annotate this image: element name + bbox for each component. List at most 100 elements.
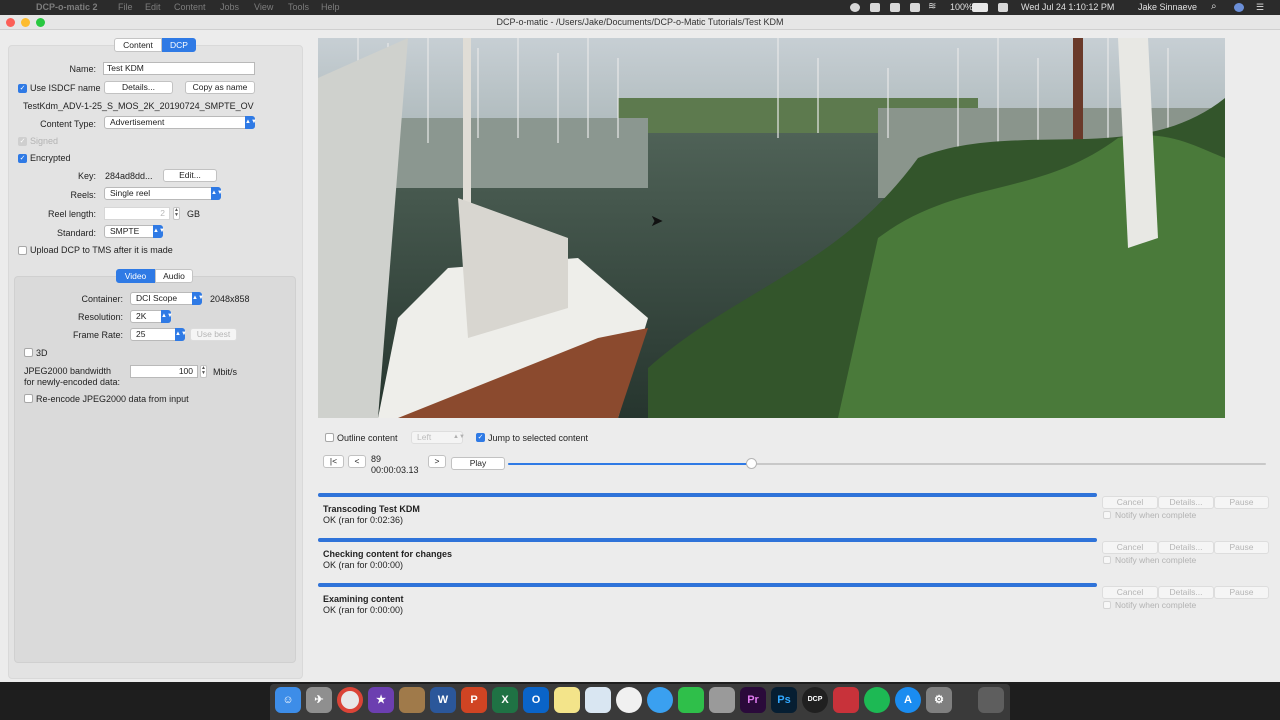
resolution-value: 2K	[136, 311, 147, 321]
content-type-select[interactable]: Advertisement ▲▼	[104, 116, 257, 129]
job-pause-button: Pause	[1214, 541, 1269, 554]
menu-datetime[interactable]: Wed Jul 24 1:10:12 PM	[1021, 2, 1114, 12]
tab-audio[interactable]: Audio	[155, 269, 193, 283]
menu-bar: DCP-o-matic 2 File Edit Content Jobs Vie…	[0, 0, 1280, 15]
excel-icon[interactable]: X	[492, 687, 518, 713]
job-status: OK (ran for 0:02:36)	[323, 515, 404, 525]
notes-app-icon[interactable]	[399, 687, 425, 713]
frame-rate-select[interactable]: 25 ▲▼	[130, 328, 187, 341]
menu-user[interactable]: Jake Sinnaeve	[1138, 2, 1197, 12]
name-input[interactable]: Test KDM	[103, 62, 255, 75]
title-bar: DCP-o-matic - /Users/Jake/Documents/DCP-…	[0, 15, 1280, 30]
premiere-icon[interactable]: Pr	[740, 687, 766, 713]
dcp-o-matic-icon[interactable]: DCP	[802, 687, 828, 713]
notify-when-complete-checkbox	[1103, 601, 1111, 609]
tab-dcp[interactable]: DCP	[162, 38, 196, 52]
container-select[interactable]: DCI Scope ▲▼	[130, 292, 204, 305]
word-icon[interactable]: W	[430, 687, 456, 713]
bluetooth-icon[interactable]	[910, 3, 920, 12]
frame-rate-label: Frame Rate:	[72, 330, 123, 340]
spotify-icon[interactable]	[864, 687, 890, 713]
search-icon[interactable]: ⌕	[1211, 1, 1217, 12]
photoshop-icon[interactable]: Ps	[771, 687, 797, 713]
menu-view[interactable]: View	[254, 2, 273, 12]
menu-content[interactable]: Content	[174, 2, 206, 12]
notification-center-icon[interactable]: ☰	[1256, 2, 1264, 13]
timeline-slider-track[interactable]	[508, 458, 1266, 469]
job-title: Examining content	[323, 594, 404, 604]
reel-length-input: 2	[104, 207, 170, 220]
keyboard-icon[interactable]	[998, 3, 1008, 12]
facetime-icon[interactable]	[678, 687, 704, 713]
timecode: 00:00:03.13	[371, 465, 419, 475]
step-forward-button[interactable]: >	[428, 455, 446, 468]
encrypted-checkbox[interactable]: ✓	[18, 154, 27, 163]
chevron-down-icon: ▲▼	[211, 187, 223, 200]
harbor-preview-image	[318, 38, 1225, 418]
stickies-icon[interactable]	[554, 687, 580, 713]
reencode-checkbox[interactable]	[24, 394, 33, 403]
chrome-icon[interactable]	[337, 687, 363, 713]
menu-help[interactable]: Help	[321, 2, 340, 12]
filemerge-icon[interactable]	[709, 687, 735, 713]
outline-content-checkbox[interactable]	[325, 433, 334, 442]
use-isdcf-label: Use ISDCF name	[30, 83, 101, 93]
tab-content[interactable]: Content	[114, 38, 162, 52]
job-title: Checking content for changes	[323, 549, 453, 559]
finder-icon[interactable]: ☺	[275, 687, 301, 713]
job-status: OK (ran for 0:00:00)	[323, 560, 404, 570]
job-progress-bar	[318, 583, 1097, 587]
battery-percent: 100%	[950, 2, 974, 12]
launchpad-icon[interactable]: ✈	[306, 687, 332, 713]
key-edit-button[interactable]: Edit...	[163, 169, 217, 182]
powerpoint-icon[interactable]: P	[461, 687, 487, 713]
key-label: Key:	[77, 171, 96, 181]
menu-jobs[interactable]: Jobs	[220, 2, 239, 12]
menu-file[interactable]: File	[118, 2, 133, 12]
menu-edit[interactable]: Edit	[145, 2, 161, 12]
reels-label: Reels:	[70, 190, 96, 200]
popcorn-icon[interactable]	[833, 687, 859, 713]
reencode-label: Re-encode JPEG2000 data from input	[36, 394, 189, 404]
bandwidth-stepper[interactable]: ▲ ▼	[200, 365, 207, 378]
chevron-down-icon: ▲▼	[453, 434, 465, 440]
copy-as-name-button[interactable]: Copy as name	[185, 81, 255, 94]
photos-icon[interactable]	[616, 687, 642, 713]
system-preferences-icon[interactable]: ⚙	[926, 687, 952, 713]
timeline-slider-knob[interactable]	[745, 458, 757, 469]
preview-icon[interactable]	[585, 687, 611, 713]
frame-number: 89	[371, 454, 382, 464]
go-to-start-button[interactable]: |<	[323, 455, 344, 468]
container-value: DCI Scope	[136, 293, 178, 303]
reels-select[interactable]: Single reel ▲▼	[104, 187, 223, 200]
3d-checkbox[interactable]	[24, 348, 33, 357]
standard-select[interactable]: SMPTE ▲▼	[104, 225, 165, 238]
outlook-icon[interactable]: O	[523, 687, 549, 713]
tab-video[interactable]: Video	[116, 269, 155, 283]
record-icon[interactable]	[850, 3, 860, 12]
resolution-select[interactable]: 2K ▲▼	[130, 310, 173, 323]
imovie-icon[interactable]: ★	[368, 687, 394, 713]
play-button[interactable]: Play	[451, 457, 505, 470]
trash-icon[interactable]	[978, 687, 1004, 713]
step-back-button[interactable]: <	[348, 455, 366, 468]
bandwidth-input[interactable]: 100	[130, 365, 198, 378]
battery-icon[interactable]	[972, 3, 988, 12]
menu-app-name[interactable]: DCP-o-matic 2	[36, 2, 98, 12]
app-store-icon[interactable]: A	[895, 687, 921, 713]
job-status: OK (ran for 0:00:00)	[323, 605, 404, 615]
standard-label: Standard:	[56, 228, 96, 238]
wifi-icon[interactable]: ≋	[928, 1, 936, 12]
malwarebytes-icon[interactable]	[890, 3, 900, 12]
video-preview[interactable]	[318, 38, 1225, 418]
use-isdcf-checkbox[interactable]: ✓	[18, 84, 27, 93]
siri-icon[interactable]	[1234, 3, 1244, 12]
messages-icon[interactable]	[647, 687, 673, 713]
isdcf-details-button[interactable]: Details...	[104, 81, 173, 94]
shield-icon[interactable]	[870, 3, 880, 12]
jump-to-selected-checkbox[interactable]: ✓	[476, 433, 485, 442]
job-pause-button: Pause	[1214, 496, 1269, 509]
job-progress-bar	[318, 493, 1097, 497]
menu-tools[interactable]: Tools	[288, 2, 309, 12]
upload-tms-checkbox[interactable]	[18, 246, 27, 255]
